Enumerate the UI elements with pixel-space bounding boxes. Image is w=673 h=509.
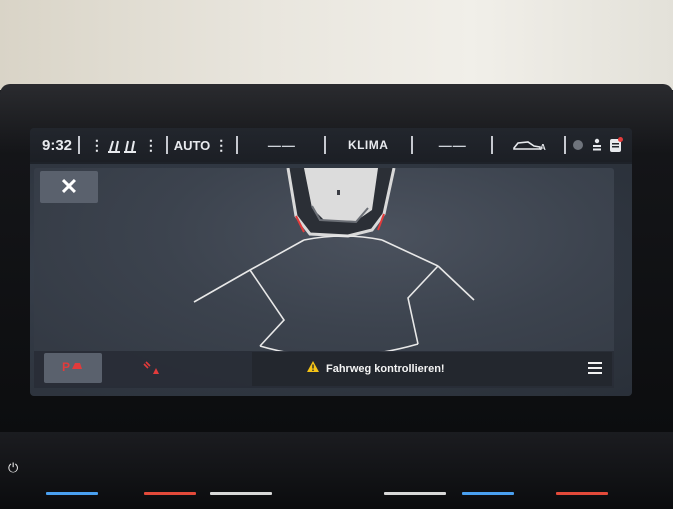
- menu-icon[interactable]: [588, 362, 602, 377]
- warning-text: Fahrweg kontrollieren!: [326, 363, 445, 375]
- volume-slider[interactable]: [210, 492, 272, 495]
- clock: 9:32: [42, 136, 73, 154]
- temp-slider-mid[interactable]: [384, 492, 446, 495]
- divider: [165, 136, 168, 154]
- car-auto-icon[interactable]: A: [512, 138, 546, 152]
- warning-triangle-icon: [306, 360, 320, 378]
- park-assist-button[interactable]: P: [44, 353, 102, 383]
- climate-auto-button[interactable]: AUTO: [174, 138, 211, 153]
- circle-icon[interactable]: [572, 139, 584, 151]
- divider: [564, 136, 567, 154]
- notification-icon[interactable]: [609, 137, 623, 153]
- divider: [236, 136, 239, 154]
- dots-icon[interactable]: ⋮: [214, 137, 228, 154]
- left-temperature[interactable]: ——: [268, 138, 296, 153]
- status-bar: 9:32 ⋮ ⋮ AUTO ⋮ —— KLIMA —— A: [30, 128, 632, 162]
- temp-slider-left-red[interactable]: [144, 492, 196, 495]
- sensor-warning-icon: [142, 360, 162, 381]
- close-button[interactable]: ✕: [40, 171, 98, 203]
- dots-icon[interactable]: ⋮: [90, 137, 104, 154]
- divider: [410, 136, 413, 154]
- temp-slider-left-blue[interactable]: [46, 492, 98, 495]
- divider: [78, 136, 80, 154]
- divider: [490, 136, 493, 154]
- dots-icon[interactable]: ⋮: [144, 137, 158, 154]
- right-temperature[interactable]: ——: [439, 138, 467, 153]
- power-icon[interactable]: ⏻: [8, 460, 18, 476]
- warning-banner: Fahrweg kontrollieren!: [252, 352, 612, 386]
- close-icon: ✕: [59, 174, 79, 199]
- park-assist-icon: P: [62, 359, 84, 378]
- sensor-toggle-button[interactable]: [134, 358, 170, 382]
- physical-control-strip: [0, 432, 673, 509]
- seat-heating-icon[interactable]: [106, 135, 140, 155]
- parking-view: ✕ P Fahrweg kontrollieren!: [30, 164, 632, 396]
- background-wall: [0, 0, 673, 90]
- divider: [323, 136, 326, 154]
- klima-button[interactable]: KLIMA: [348, 138, 389, 152]
- temp-slider-right-red[interactable]: [556, 492, 608, 495]
- infotainment-screen: 9:32 ⋮ ⋮ AUTO ⋮ —— KLIMA —— A ✕ P Fahrwe…: [30, 128, 632, 396]
- person-stack-icon[interactable]: [591, 138, 603, 152]
- svg-text:A: A: [540, 143, 546, 152]
- svg-text:P: P: [62, 360, 70, 373]
- parking-panel: ✕ P Fahrweg kontrollieren!: [34, 168, 614, 388]
- temp-slider-right-blue[interactable]: [462, 492, 514, 495]
